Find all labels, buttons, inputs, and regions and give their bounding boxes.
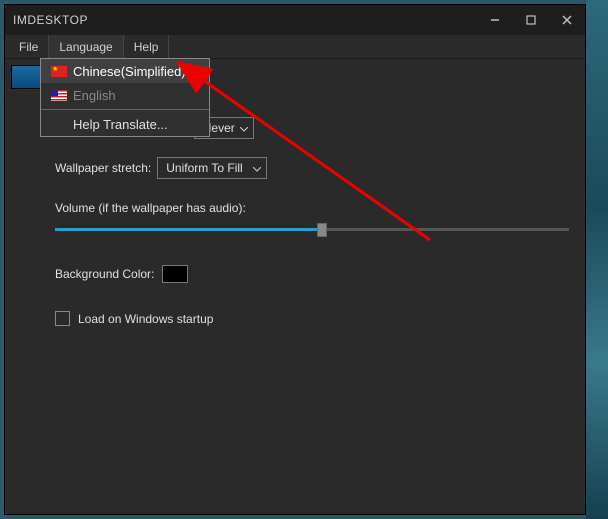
app-title: IMDESKTOP	[13, 13, 88, 27]
bgcolor-swatch[interactable]	[162, 265, 188, 283]
bgcolor-label: Background Color:	[55, 267, 154, 281]
help-translate-item[interactable]: Help Translate...	[41, 112, 209, 136]
stretch-value: Uniform To Fill	[166, 161, 242, 175]
bgcolor-row: Background Color:	[55, 265, 569, 283]
volume-label: Volume (if the wallpaper has audio):	[55, 201, 569, 215]
menu-bar: File Language Help	[5, 35, 585, 59]
flag-cn-icon	[51, 66, 67, 77]
startup-row: Load on Windows startup	[55, 311, 569, 326]
stretch-label: Wallpaper stretch:	[55, 161, 151, 175]
lang-option-chinese[interactable]: Chinese(Simplified)	[41, 59, 209, 83]
stretch-row: Wallpaper stretch: Uniform To Fill	[55, 157, 569, 179]
lang-option-label: Chinese(Simplified)	[73, 64, 186, 79]
startup-label: Load on Windows startup	[78, 312, 213, 326]
lang-option-label: English	[73, 88, 116, 103]
startup-checkbox[interactable]	[55, 311, 70, 326]
maximize-button[interactable]	[513, 5, 549, 35]
slider-thumb[interactable]	[317, 223, 327, 237]
desktop-background-peek	[586, 0, 608, 519]
title-bar[interactable]: IMDESKTOP	[5, 5, 585, 35]
stretch-select[interactable]: Uniform To Fill	[157, 157, 267, 179]
chevron-down-icon	[240, 121, 248, 135]
menu-file[interactable]: File	[9, 35, 49, 58]
menu-separator	[41, 109, 209, 110]
menu-language[interactable]: Language	[49, 35, 123, 58]
chevron-down-icon	[253, 161, 261, 175]
lang-option-english[interactable]: English	[41, 83, 209, 107]
help-translate-label: Help Translate...	[73, 117, 168, 132]
volume-slider[interactable]	[55, 223, 569, 237]
minimize-button[interactable]	[477, 5, 513, 35]
flag-us-icon	[51, 90, 67, 101]
slider-fill	[55, 228, 317, 231]
language-dropdown: Chinese(Simplified) English Help Transla…	[40, 58, 210, 137]
close-button[interactable]	[549, 5, 585, 35]
menu-help[interactable]: Help	[124, 35, 170, 58]
